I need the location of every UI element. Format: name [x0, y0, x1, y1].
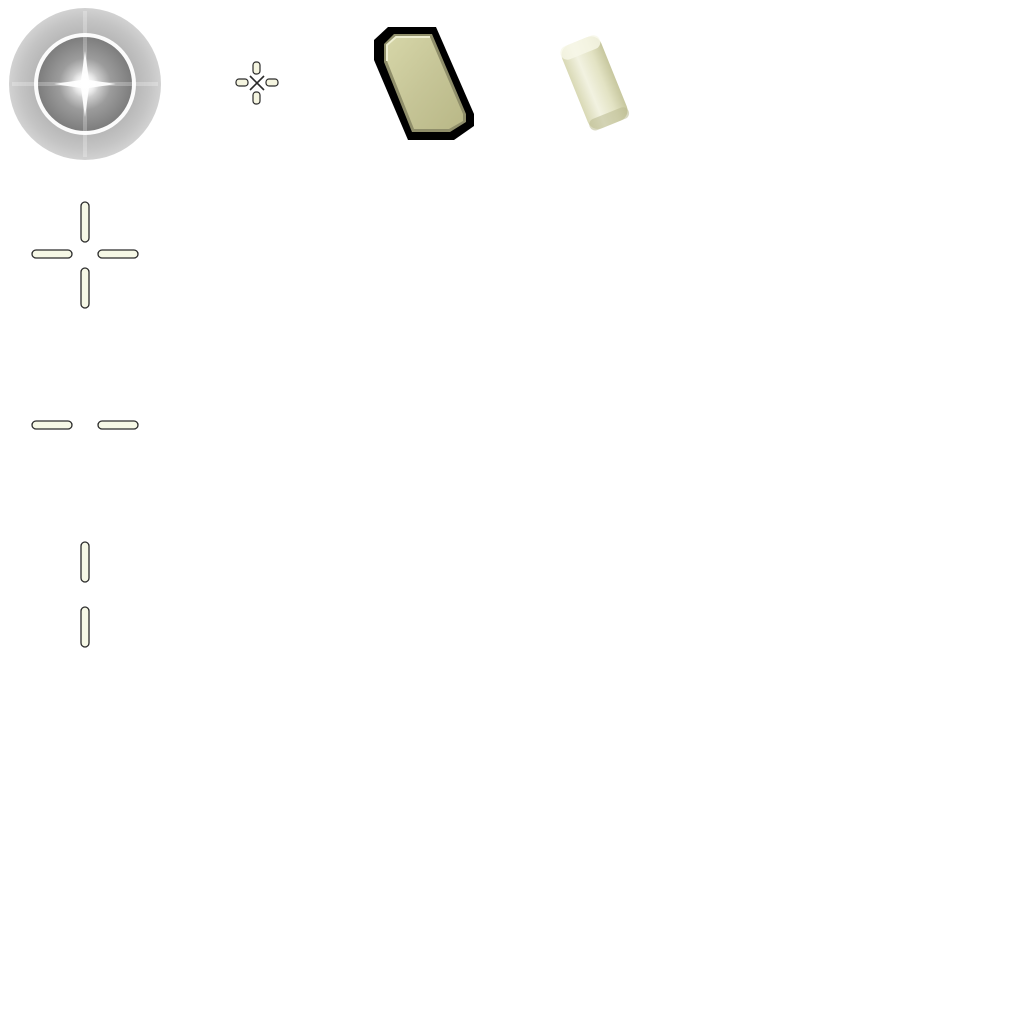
crosshair-vertical-arms-icon — [76, 540, 96, 652]
sprite-sheet — [0, 0, 1024, 1024]
tilted-panel-dark-frame-icon — [370, 24, 480, 144]
crosshair-four-arms-icon — [30, 200, 140, 310]
tilted-cream-capsule-icon — [552, 34, 636, 134]
small-crosshair-icon — [234, 60, 280, 106]
crosshair-horizontal-arms-icon — [30, 418, 140, 434]
radial-glow-flare-icon — [8, 7, 162, 161]
